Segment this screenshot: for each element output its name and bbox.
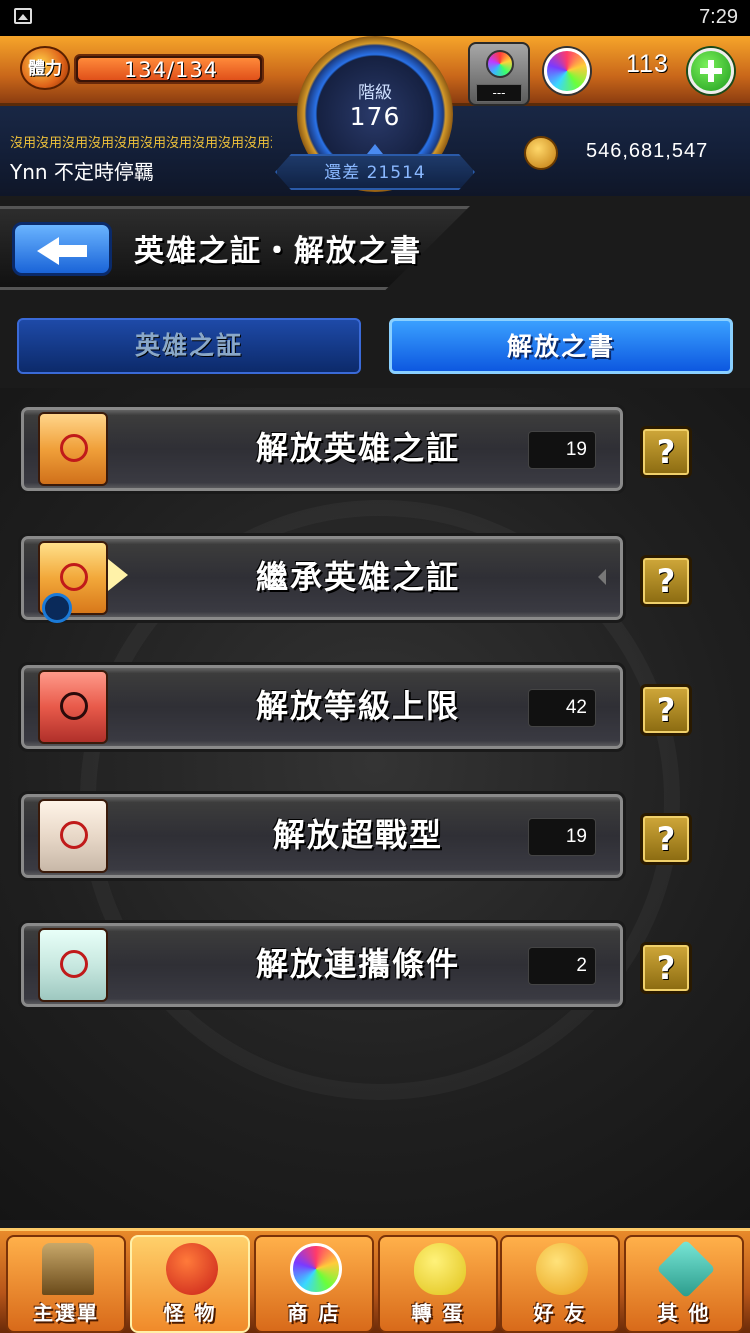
help-button-5[interactable]: ? — [640, 942, 692, 994]
inherit-arrow-icon — [108, 559, 128, 591]
help-button-1[interactable]: ? — [640, 426, 692, 478]
menu-row-release-link-condition[interactable]: 解放連攜條件 2 — [18, 920, 626, 1010]
nav-label: 轉 蛋 — [411, 1301, 465, 1325]
shop-orb-icon — [290, 1243, 342, 1295]
menu-count: 19 — [528, 818, 596, 856]
nav-label: 主選單 — [33, 1301, 99, 1325]
chevron-left-icon — [598, 569, 606, 585]
nav-friends[interactable]: 好 友 — [500, 1235, 620, 1333]
friends-icon — [536, 1243, 588, 1295]
help-button-4[interactable]: ? — [640, 813, 692, 865]
coin-value: 546,681,547 — [586, 140, 709, 162]
menu-label: 解放超戰型 — [272, 816, 443, 854]
player-name: Ynn 不定時停羈 — [10, 160, 154, 184]
level-cap-scroll-icon — [38, 670, 108, 744]
monster-icon — [166, 1243, 218, 1295]
nav-gacha[interactable]: 轉 蛋 — [378, 1235, 498, 1333]
back-button[interactable] — [12, 222, 112, 276]
lab-button[interactable]: --- — [468, 42, 530, 106]
rank-up-arrow-icon — [367, 144, 383, 154]
inherit-badge-icon — [42, 593, 72, 623]
nav-other[interactable]: 其 他 — [624, 1235, 744, 1333]
hero-proof-scroll-icon — [38, 412, 108, 486]
orb-counter: 113 — [540, 44, 740, 98]
exp-remaining: 還差 21514 — [324, 163, 426, 183]
nav-home[interactable]: 主選單 — [6, 1235, 126, 1333]
stamina-meter: 體力 134/134 — [14, 44, 264, 92]
gacha-egg-icon — [414, 1243, 466, 1295]
menu-label: 繼承英雄之証 — [255, 558, 460, 596]
link-condition-scroll-icon — [38, 928, 108, 1002]
top-hud: 體力 134/134 階級 176 還差 21514 --- 113 沒用沒用沒… — [0, 36, 750, 196]
back-arrow-shaft — [59, 245, 87, 257]
menu-label: 解放英雄之証 — [255, 429, 460, 467]
exp-remaining-plate: 還差 21514 — [275, 154, 475, 190]
menu-label: 解放連攜條件 — [255, 945, 460, 983]
orb-icon — [544, 48, 590, 94]
image-notification-icon — [14, 8, 32, 24]
menu-label: 解放等級上限 — [255, 687, 460, 725]
bottom-nav: 主選單 怪 物 商 店 轉 蛋 好 友 其 他 — [0, 1228, 750, 1333]
home-gate-icon — [42, 1243, 94, 1295]
other-icon — [656, 1239, 716, 1299]
super-battle-scroll-icon — [38, 799, 108, 873]
clock: 7:29 — [699, 6, 738, 28]
nav-monsters[interactable]: 怪 物 — [130, 1235, 250, 1333]
menu-count: 42 — [528, 689, 596, 727]
help-button-2[interactable]: ? — [640, 555, 692, 607]
status-bar: 7:29 — [0, 0, 750, 36]
rank-label: 階級 — [358, 83, 392, 103]
help-button-3[interactable]: ? — [640, 684, 692, 736]
menu-row-release-super-battle[interactable]: 解放超戰型 19 — [18, 791, 626, 881]
menu-count: 2 — [528, 947, 596, 985]
rainbow-gem-icon — [486, 50, 514, 78]
tab-release-book[interactable]: 解放之書 — [389, 318, 733, 374]
stamina-value: 134/134 — [123, 58, 219, 82]
rank-value: 176 — [349, 102, 401, 131]
stamina-icon: 體力 — [20, 46, 70, 90]
nav-label: 商 店 — [287, 1301, 341, 1325]
menu-count: 19 — [528, 431, 596, 469]
nav-label: 好 友 — [533, 1301, 587, 1325]
menu-row-release-hero-proof[interactable]: 解放英雄之証 19 — [18, 404, 626, 494]
nav-label: 怪 物 — [163, 1301, 217, 1325]
menu-row-release-level-cap[interactable]: 解放等級上限 42 — [18, 662, 626, 752]
menu-row-inherit-hero-proof[interactable]: 繼承英雄之証 — [18, 533, 626, 623]
player-note: 沒用沒用沒用沒用沒用沒用沒用沒用沒用沒用沒用沒用沒用沒用沒用沒用 — [10, 136, 272, 151]
page-title: 英雄之証・解放之書 — [134, 234, 422, 269]
lab-status: --- — [476, 84, 522, 102]
nav-shop[interactable]: 商 店 — [254, 1235, 374, 1333]
orb-count: 113 — [626, 50, 669, 78]
gold-coin-icon — [524, 136, 558, 170]
buy-orbs-plus-button[interactable] — [688, 48, 734, 94]
back-arrow-icon — [37, 237, 59, 265]
nav-label: 其 他 — [657, 1301, 711, 1325]
tab-hero-proof[interactable]: 英雄之証 — [17, 318, 361, 374]
stamina-bar: 134/134 — [74, 54, 264, 84]
